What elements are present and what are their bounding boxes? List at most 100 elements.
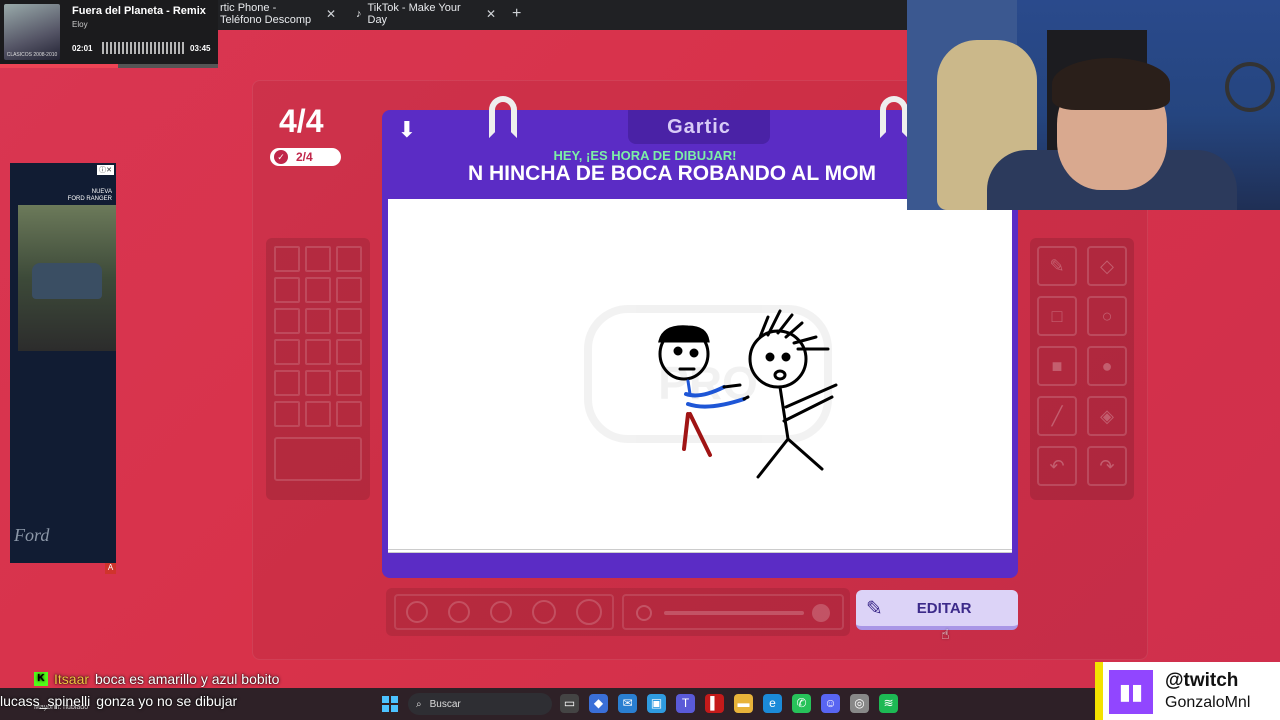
filled-circle-tool-icon[interactable]: ● — [1087, 346, 1127, 386]
color-slot[interactable] — [305, 246, 331, 272]
brush-size-option[interactable] — [532, 600, 556, 624]
custom-color-slot[interactable] — [274, 437, 362, 481]
color-slot[interactable] — [336, 308, 362, 334]
whatsapp-icon[interactable]: ✆ — [792, 694, 811, 713]
color-slot[interactable] — [336, 370, 362, 396]
color-slot[interactable] — [274, 308, 300, 334]
kick-badge-icon: K — [34, 672, 48, 686]
check-icon: ✓ — [274, 150, 288, 164]
opacity-min-icon — [636, 605, 652, 621]
color-slot[interactable] — [305, 401, 331, 427]
color-slot[interactable] — [305, 308, 331, 334]
search-icon: ⌕ — [416, 698, 422, 710]
watermark-logo: PRO — [584, 305, 832, 443]
chat-username: Itsaar — [54, 671, 90, 687]
edit-button-label: EDITAR — [916, 599, 972, 617]
twitch-logo-icon: ▮▮ — [1109, 670, 1153, 714]
ford-ad-banner[interactable]: ⓘ✕ NUEVA FORD RANGER Ford — [10, 163, 116, 563]
color-slot[interactable] — [274, 277, 300, 303]
color-palette-panel — [266, 238, 370, 500]
color-slot[interactable] — [305, 370, 331, 396]
twitch-handle: @twitch — [1165, 670, 1239, 691]
eraser-tool-icon[interactable]: ◇ — [1087, 246, 1127, 286]
color-slot[interactable] — [274, 246, 300, 272]
brush-size-option[interactable] — [490, 601, 512, 623]
music-widget: CLASICOS 2008-2010 Fuera del Planeta - R… — [0, 0, 218, 68]
song-progress-fill — [0, 64, 118, 68]
ad-choices-badge[interactable]: A — [105, 563, 116, 574]
chat-text: gonza yo no se dibujar — [96, 693, 238, 709]
circle-tool-icon[interactable]: ○ — [1087, 296, 1127, 336]
ford-logo: Ford — [14, 525, 50, 545]
download-icon[interactable]: ⬇ — [394, 117, 420, 143]
chrome-icon[interactable]: ◎ — [850, 694, 869, 713]
accent-bar — [1095, 662, 1103, 720]
spotify-icon[interactable]: ≋ — [879, 694, 898, 713]
album-art: CLASICOS 2008-2010 — [4, 4, 60, 60]
brush-size-option[interactable] — [406, 601, 428, 623]
color-slot[interactable] — [274, 370, 300, 396]
windows-start-icon[interactable] — [382, 696, 398, 712]
task-view-icon[interactable]: ▭ — [560, 694, 579, 713]
webcam-person-hair — [1052, 58, 1170, 110]
song-title: Fuera del Planeta - Remix — [72, 5, 206, 17]
new-tab-button[interactable]: + — [512, 5, 521, 23]
drawing-canvas[interactable]: PRO — [388, 199, 1012, 553]
mail-icon[interactable]: ✉ — [618, 694, 637, 713]
taskbar-search[interactable]: ⌕ Buscar — [408, 693, 552, 715]
close-icon[interactable]: ✕ — [326, 7, 336, 21]
fill-bucket-tool-icon[interactable]: ◈ — [1087, 396, 1127, 436]
browser-tab-tiktok[interactable]: ♪ TikTok - Make Your Day ✕ — [346, 0, 506, 28]
color-grid — [274, 246, 362, 427]
color-slot[interactable] — [336, 339, 362, 365]
color-slot[interactable] — [305, 277, 331, 303]
store-icon[interactable]: ▣ — [647, 694, 666, 713]
teams-icon[interactable]: T — [676, 694, 695, 713]
color-slot[interactable] — [274, 401, 300, 427]
slider-track[interactable] — [664, 611, 804, 615]
opacity-max-icon — [812, 604, 830, 622]
chat-text: boca es amarillo y azul bobito — [95, 671, 280, 687]
webcam-fan — [1225, 62, 1275, 112]
pencil-icon: ✎ — [866, 597, 883, 620]
color-slot[interactable] — [336, 277, 362, 303]
ad-truck-photo — [18, 205, 116, 351]
app-red-icon[interactable]: ▌ — [705, 694, 724, 713]
ad-copy-line1: NUEVA — [91, 189, 112, 195]
browser-tab-gartic[interactable]: rtic Phone - Teléfono Descomp ✕ — [210, 0, 346, 28]
undo-icon[interactable]: ↶ — [1037, 446, 1077, 486]
ad-copy-line2: FORD RANGER — [67, 196, 112, 202]
copilot-icon[interactable]: ◆ — [589, 694, 608, 713]
pencil-tool-icon[interactable]: ✎ — [1037, 246, 1077, 286]
song-progress-bar — [0, 64, 218, 68]
song-artist: Eloy — [72, 20, 88, 29]
twitch-handle-overlay: ▮▮ @twitch GonzaloMnl — [1095, 662, 1280, 720]
filled-rectangle-tool-icon[interactable]: ■ — [1037, 346, 1077, 386]
discord-icon[interactable]: ☺ — [821, 694, 840, 713]
redo-icon[interactable]: ↷ — [1087, 446, 1127, 486]
subround-label: 2/4 — [296, 150, 313, 164]
color-slot[interactable] — [305, 339, 331, 365]
rectangle-tool-icon[interactable]: □ — [1037, 296, 1077, 336]
chat-message: lucass_spinelli gonza yo no se dibujar — [0, 690, 237, 712]
color-slot[interactable] — [274, 339, 300, 365]
opacity-slider[interactable] — [622, 594, 844, 630]
current-time: 02:01 — [72, 44, 93, 53]
brush-size-option[interactable] — [576, 599, 602, 625]
brush-size-picker — [394, 594, 614, 630]
edit-button[interactable]: ✎ EDITAR — [856, 590, 1018, 630]
ad-info-icon[interactable]: ⓘ✕ — [97, 165, 114, 175]
edge-icon[interactable]: e — [763, 694, 782, 713]
brush-size-option[interactable] — [448, 601, 470, 623]
truck-shape — [32, 263, 102, 299]
tab-label: rtic Phone - Teléfono Descomp — [220, 2, 312, 26]
chat-message: K Itsaar boca es amarillo y azul bobito — [34, 668, 279, 690]
file-explorer-icon[interactable]: ▬ — [734, 694, 753, 713]
album-caption: CLASICOS 2008-2010 — [6, 52, 58, 58]
line-tool-icon[interactable]: ╱ — [1037, 396, 1077, 436]
close-icon[interactable]: ✕ — [486, 7, 496, 21]
waveform — [102, 42, 186, 54]
color-slot[interactable] — [336, 401, 362, 427]
color-slot[interactable] — [336, 246, 362, 272]
webcam-overlay — [907, 0, 1280, 210]
